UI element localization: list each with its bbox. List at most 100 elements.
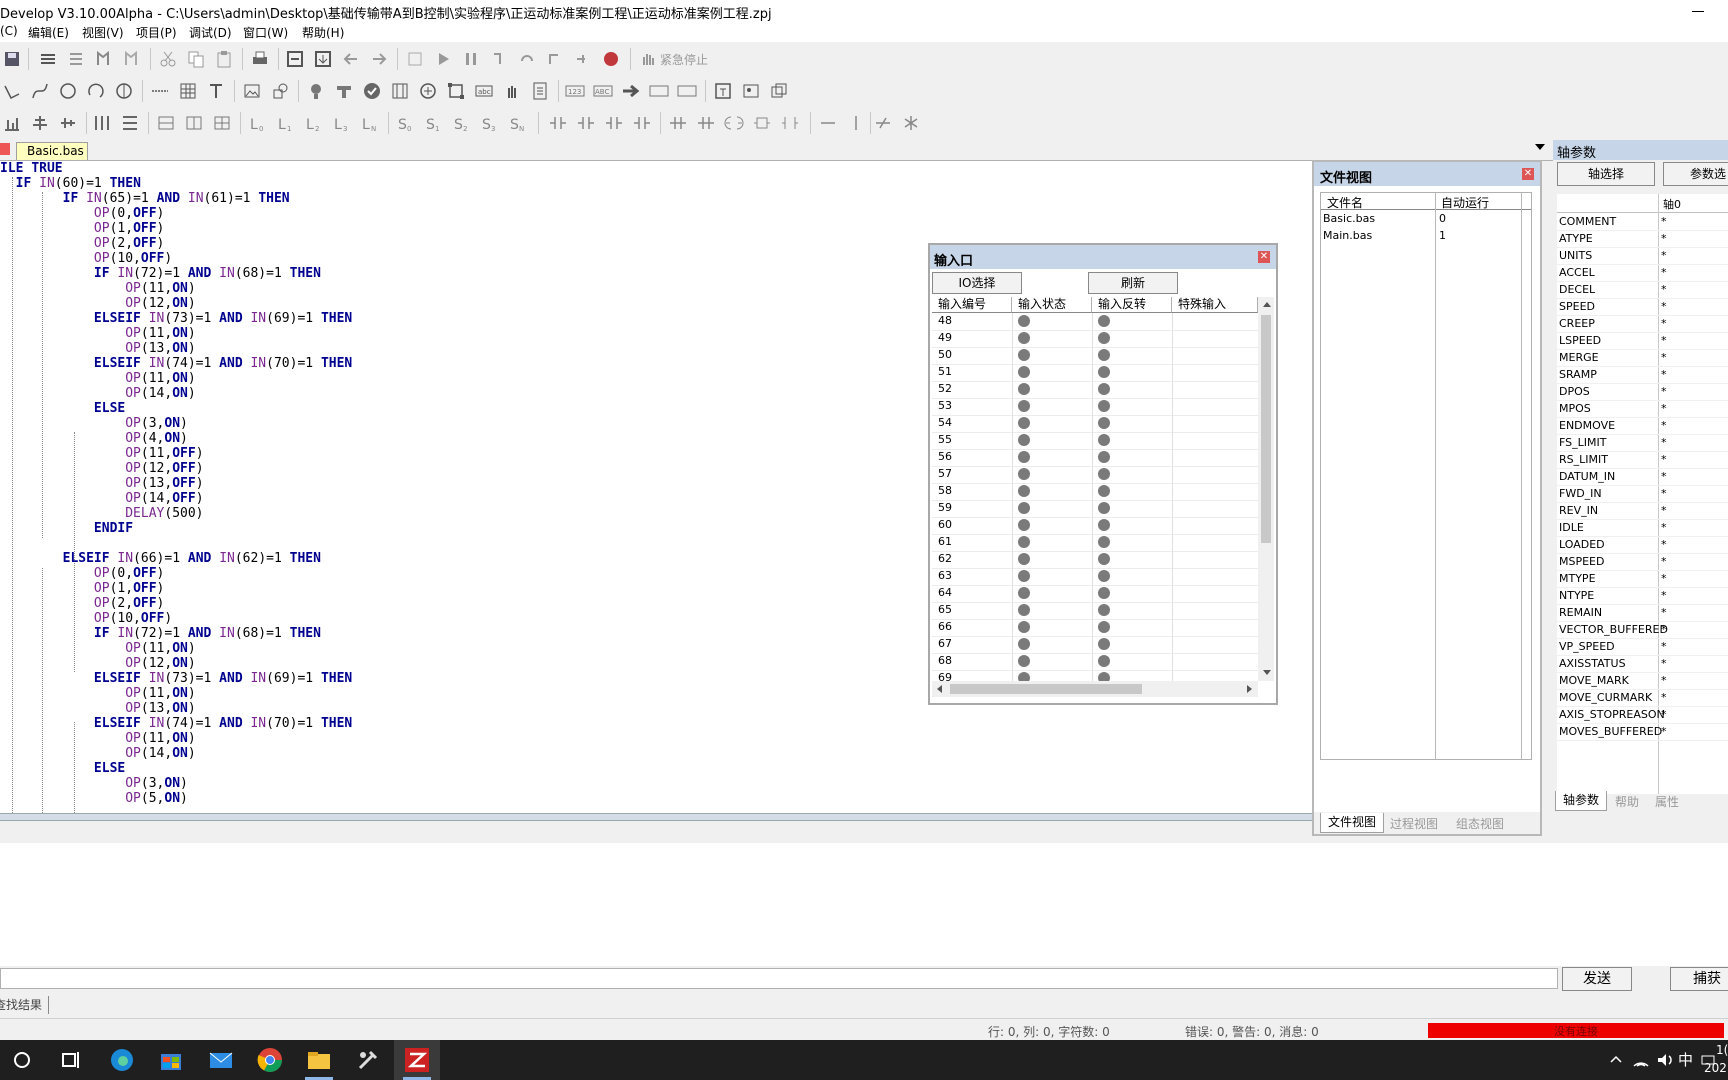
ladder-sn-icon[interactable]: SN [508, 113, 528, 133]
table-row[interactable]: REV_IN * [1557, 502, 1728, 520]
slider-icon[interactable] [649, 81, 669, 101]
mail-icon[interactable] [207, 1046, 235, 1074]
table-row[interactable]: CREEP * [1557, 315, 1728, 333]
param-value[interactable]: * [1661, 315, 1667, 332]
dialog-icon[interactable] [713, 81, 733, 101]
param-value[interactable]: * [1661, 638, 1667, 655]
table-row[interactable]: 57 [932, 466, 1258, 484]
table-row[interactable]: DPOS * [1557, 383, 1728, 401]
align-middle-icon[interactable] [58, 113, 78, 133]
table-row[interactable]: MTYPE * [1557, 570, 1728, 588]
instruction-icon[interactable] [780, 113, 800, 133]
search-icon[interactable] [8, 1046, 36, 1074]
table-row[interactable]: MERGE * [1557, 349, 1728, 367]
table-row[interactable]: 67 [932, 636, 1258, 654]
coil-icon[interactable] [724, 113, 744, 133]
distribute-v-icon[interactable] [120, 113, 140, 133]
tab-find-results[interactable]: 查找结果 [0, 996, 50, 1014]
tab-axis-params[interactable]: 轴参数 [1555, 791, 1607, 811]
param-value[interactable]: * [1661, 434, 1667, 451]
table-row[interactable]: SRAMP * [1557, 366, 1728, 384]
menu-item-window[interactable]: 窗口(W) [243, 24, 288, 41]
param-value[interactable]: * [1661, 553, 1667, 570]
param-value[interactable]: * [1661, 451, 1667, 468]
table-row[interactable]: DECEL * [1557, 281, 1728, 299]
document-icon[interactable] [530, 81, 550, 101]
param-value[interactable]: * [1661, 298, 1667, 315]
hand-icon[interactable] [502, 81, 522, 101]
breakpoint-icon[interactable] [601, 49, 621, 69]
input-invert-indicator[interactable] [1098, 400, 1110, 412]
table-row[interactable]: 64 [932, 585, 1258, 603]
param-value[interactable]: * [1661, 604, 1667, 621]
param-value[interactable]: * [1661, 400, 1667, 417]
light-icon[interactable] [306, 81, 326, 101]
table-row[interactable]: ENDMOVE * [1557, 417, 1728, 435]
vertical-line-icon[interactable] [846, 113, 866, 133]
picture-icon[interactable] [741, 81, 761, 101]
param-value[interactable]: * [1661, 502, 1667, 519]
param-value[interactable]: * [1661, 570, 1667, 587]
tab-basic-bas[interactable]: Basic.bas [16, 142, 88, 160]
input-invert-indicator[interactable] [1098, 332, 1110, 344]
ellipse-icon[interactable] [114, 81, 134, 101]
polyline-icon[interactable] [2, 81, 22, 101]
input-invert-indicator[interactable] [1098, 638, 1110, 650]
ladder-s0-icon[interactable]: S0 [396, 113, 416, 133]
table-row[interactable]: RS_LIMIT * [1557, 451, 1728, 469]
outdent-icon[interactable] [66, 49, 86, 69]
scroll-thumb[interactable] [1261, 315, 1271, 543]
table-row[interactable]: 48 [932, 313, 1258, 331]
table-row[interactable]: FWD_IN * [1557, 485, 1728, 503]
param-value[interactable]: * [1661, 706, 1667, 723]
check-button-icon[interactable] [362, 81, 382, 101]
emergency-stop-label[interactable]: 紧急停止 [660, 51, 708, 68]
table-row[interactable]: VP_SPEED * [1557, 638, 1728, 656]
table-row[interactable]: 60 [932, 517, 1258, 535]
edge-browser-icon[interactable] [108, 1046, 136, 1074]
ladder-l1-icon[interactable]: L1 [276, 113, 296, 133]
task-view-icon[interactable] [57, 1046, 85, 1074]
table-row[interactable]: IDLE * [1557, 519, 1728, 537]
table-row[interactable]: 50 [932, 347, 1258, 365]
parallel-nc-icon[interactable] [696, 113, 716, 133]
output-window[interactable] [0, 843, 1728, 967]
same-height-icon[interactable] [184, 113, 204, 133]
table-row[interactable]: MOVE_CURMARK * [1557, 689, 1728, 707]
param-value[interactable]: * [1661, 468, 1667, 485]
table-row[interactable]: MOVE_MARK * [1557, 672, 1728, 690]
curve-icon[interactable] [30, 81, 50, 101]
step-over-icon[interactable] [517, 49, 537, 69]
clock-time[interactable]: 1( [1716, 1043, 1728, 1057]
tab-file-view[interactable]: 文件视图 [1320, 813, 1384, 833]
table-row[interactable]: 62 [932, 551, 1258, 569]
param-value[interactable]: * [1661, 689, 1667, 706]
contact-nc-icon[interactable] [576, 113, 596, 133]
menu-item-file[interactable]: (C) [0, 24, 18, 38]
contact-fall-icon[interactable] [632, 113, 652, 133]
run-icon[interactable] [433, 49, 453, 69]
tab-help[interactable]: 帮助 [1615, 793, 1639, 810]
param-value[interactable]: * [1661, 281, 1667, 298]
param-value[interactable]: * [1661, 485, 1667, 502]
table-row[interactable]: 63 [932, 568, 1258, 586]
table-row[interactable]: NTYPE * [1557, 587, 1728, 605]
table-row[interactable]: 53 [932, 398, 1258, 416]
scroll-up-icon[interactable] [1263, 302, 1271, 307]
io-select-button[interactable]: IO选择 [932, 272, 1022, 294]
image-icon[interactable] [242, 81, 262, 101]
send-button[interactable]: 发送 [1562, 967, 1632, 991]
tool-app-icon[interactable] [354, 1046, 382, 1074]
input-invert-indicator[interactable] [1098, 621, 1110, 633]
horizontal-line-icon[interactable] [818, 113, 838, 133]
print-icon[interactable] [250, 49, 270, 69]
number-input-icon[interactable]: 123 [565, 81, 585, 101]
step-into-icon[interactable] [489, 49, 509, 69]
table-row[interactable]: 55 [932, 432, 1258, 450]
shapes-icon[interactable] [270, 81, 290, 101]
param-value[interactable]: * [1661, 332, 1667, 349]
column-header[interactable]: 自动运行 [1441, 194, 1489, 211]
indent-icon[interactable] [38, 49, 58, 69]
scroll-down-icon[interactable] [1263, 670, 1271, 675]
volume-icon[interactable] [1656, 1052, 1674, 1068]
